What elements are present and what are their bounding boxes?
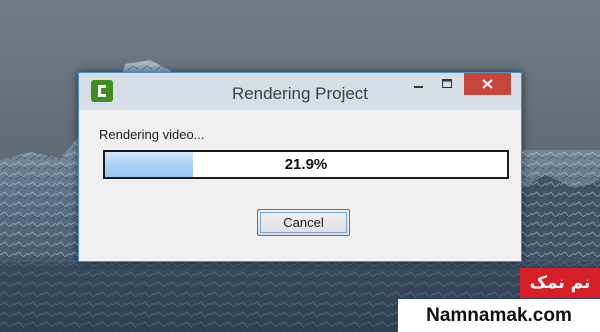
maximize-button[interactable] <box>433 73 461 95</box>
minimize-button[interactable] <box>405 73 433 95</box>
watermark-domain: Namnamak.com <box>398 299 600 332</box>
dialog-body: Rendering video... 21.9% Cancel <box>87 110 513 254</box>
maximize-icon <box>442 79 452 88</box>
close-button[interactable] <box>464 73 511 95</box>
rendering-dialog: Rendering Project Rendering video... 21.… <box>78 72 522 262</box>
progress-percent: 21.9% <box>284 156 328 173</box>
cancel-button-label: Cancel <box>283 215 324 230</box>
status-label: Rendering video... <box>99 127 205 142</box>
title-bar[interactable]: Rendering Project <box>79 73 521 110</box>
close-icon <box>482 79 493 89</box>
cancel-button[interactable]: Cancel <box>257 209 350 236</box>
watermark-persian: نم نمک <box>520 268 600 298</box>
minimize-icon <box>414 86 423 88</box>
progress-bar: 21.9% <box>103 150 509 179</box>
